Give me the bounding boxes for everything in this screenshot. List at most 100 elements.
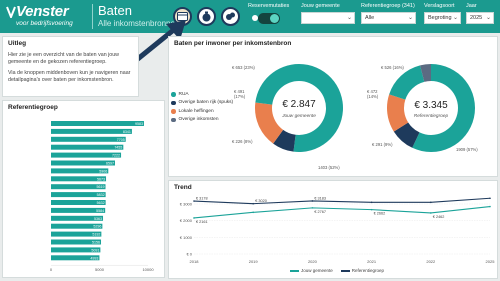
trend-legend-label: Jouw gemeente [301, 268, 333, 273]
trend-legend-swatch [340, 270, 350, 272]
left-donut-center-label: Jouw gemeente [282, 114, 316, 119]
money-bag-icon [202, 11, 211, 22]
trend-data-label: € 2462 [433, 215, 445, 219]
referentiegroep-bar-label: 5906 [99, 169, 107, 173]
trend-point [311, 207, 314, 209]
verslagsoort-label: Verslagsoort [424, 3, 455, 9]
referentiegroep-bar-chart: 9583 8341 7705 7455 7222 6597 5906 5673 5619 5832… [50, 121, 154, 272]
trend-data-label: € 2662 [374, 212, 386, 216]
verslagsoort-value: Begroting [428, 15, 452, 21]
referentiegroep-axis-tick: 0 [50, 267, 53, 272]
trend-point [430, 212, 432, 214]
nav-button-money[interactable] [197, 7, 216, 26]
left-donut-label-top: € 653 (23%) [232, 65, 255, 70]
referentiegroep-bar-label: 5296 [93, 225, 101, 229]
referentiegroep-bar [51, 121, 144, 126]
nav-button-coins[interactable] [221, 7, 240, 26]
trend-legend-label: Referentiegroep [351, 268, 385, 273]
referentiegroep-bar-label: 5632 [97, 201, 105, 205]
trend-x-tick: 2021 [367, 259, 377, 264]
referentiegroep-bar [51, 152, 122, 158]
jaar-label: Jaar [466, 3, 477, 9]
trend-x-tick: 2020 [308, 259, 318, 264]
donut-slice [389, 65, 425, 100]
referentiegroep-select-value: Alle [365, 15, 375, 21]
referentiegroep-select-label: Referentiegroep (341) [361, 3, 415, 9]
header-divider [92, 4, 93, 29]
referentiegroep-bar-label: 5584 [96, 209, 104, 213]
uitleg-panel: Uitleg Hier zie je een overzicht van de … [2, 36, 139, 97]
chevron-down-icon: ⌄ [346, 15, 352, 21]
trend-y-tick: € 3000 [180, 202, 193, 207]
trend-point [370, 201, 373, 204]
reservemutaties-toggle[interactable] [258, 13, 280, 24]
referentiegroep-title: Referentiegroep [8, 104, 58, 111]
trend-y-tick: € 0 [186, 252, 192, 257]
toggle-knob [270, 14, 279, 23]
referentiegroep-bar [51, 144, 124, 150]
trend-point [193, 200, 195, 202]
jouw-gemeente-label: Jouw gemeente [301, 3, 340, 9]
referentiegroep-bar-label: 5091 [91, 248, 99, 252]
referentiegroep-select[interactable]: Alle ⌄ [361, 12, 416, 24]
chevron-down-icon: ⌄ [407, 15, 413, 21]
referentiegroep-bar [51, 136, 126, 142]
right-donut-label-bottom-right: 1909 (57%) [456, 147, 478, 152]
uitleg-paragraph-1: Hier zie je een overzicht van de baten v… [8, 52, 120, 65]
referentiegroep-panel: Referentiegroep 9583 8341 7705 7455 7222 6597… [2, 100, 165, 278]
referentiegroep-bar-label: 9583 [135, 122, 143, 126]
trend-x-tick: 2019 [249, 259, 259, 264]
referentiegroep-bar-label: 7455 [114, 146, 122, 150]
referentiegroep-bar-label: 8341 [123, 130, 131, 134]
trend-legend: Jouw gemeente Referentiegroep [290, 268, 384, 273]
left-donut-label-bottom-right: 1403 (52%) [318, 165, 340, 170]
coins-icon [226, 12, 235, 20]
trend-legend-item: Referentiegroep [340, 268, 385, 273]
trend-data-label: € 2161 [196, 220, 208, 224]
right-donut-center-value: € 3.345 [414, 100, 448, 111]
trend-point [489, 205, 491, 208]
trend-point [370, 208, 373, 211]
referentiegroep-bar-label: 4993 [90, 256, 98, 260]
referentiegroep-bar-label: 5363 [94, 217, 102, 221]
header-bar: Venster voor bedrijfsvoering Baten Alle … [0, 0, 500, 33]
referentiegroep-bar-label: 5673 [97, 177, 105, 181]
jaar-select[interactable]: 2025 ⌄ [466, 12, 494, 24]
logo-text: Venster [16, 3, 69, 20]
page-title: Baten [98, 3, 132, 18]
left-donut-center-value: € 2.847 [282, 99, 316, 110]
right-donut-label-bottom-left: € 291 (9%) [372, 142, 393, 147]
referentiegroep-axis-tick: 5000 [95, 267, 105, 272]
referentiegroep-bar-label: 7222 [112, 154, 120, 158]
jouw-gemeente-select[interactable]: ⌄ [301, 12, 355, 24]
trend-point [193, 217, 195, 219]
referentiegroep-axis-tick: 10000 [142, 267, 154, 272]
trend-x-tick: 2022 [426, 259, 436, 264]
logo-subtext: voor bedrijfsvoering [16, 20, 73, 27]
trend-legend-item: Jouw gemeente [290, 268, 333, 273]
referentiegroep-bar-label: 5832 [97, 193, 105, 197]
trend-point [311, 200, 314, 202]
referentiegroep-bar-label: 5156 [92, 241, 100, 245]
chevron-down-icon: ⌄ [452, 15, 458, 21]
verslagsoort-select[interactable]: Begroting ⌄ [424, 12, 461, 24]
right-donut-label-left-2: (14%) [367, 94, 379, 99]
right-donut-center-label: Referentiegroep [413, 114, 449, 119]
trend-x-tick: 2018 [190, 259, 200, 264]
uitleg-text: Hier zie je een overzicht van de baten v… [8, 52, 136, 88]
jaar-value: 2025 [470, 15, 483, 21]
uitleg-title: Uitleg [8, 40, 27, 47]
trend-legend-swatch [290, 270, 299, 272]
trend-x-tick: 2025 [486, 259, 496, 264]
trend-point [489, 197, 491, 200]
venster-logo: Venster voor bedrijfsvoering [6, 3, 90, 30]
trend-series-line [193, 206, 491, 219]
reservemutaties-label: Reservemutaties [248, 3, 290, 9]
referentiegroep-bar-label: 7705 [117, 138, 125, 142]
uitleg-paragraph-2: Via de knoppen middenboven kun je navige… [8, 70, 131, 83]
chevron-down-icon: ⌄ [485, 15, 491, 21]
venster-logo-icon [6, 6, 16, 18]
referentiegroep-bar-label: 6597 [106, 162, 114, 166]
trend-data-label: € 3178 [196, 197, 208, 201]
trend-y-tick: € 1000 [180, 235, 193, 240]
